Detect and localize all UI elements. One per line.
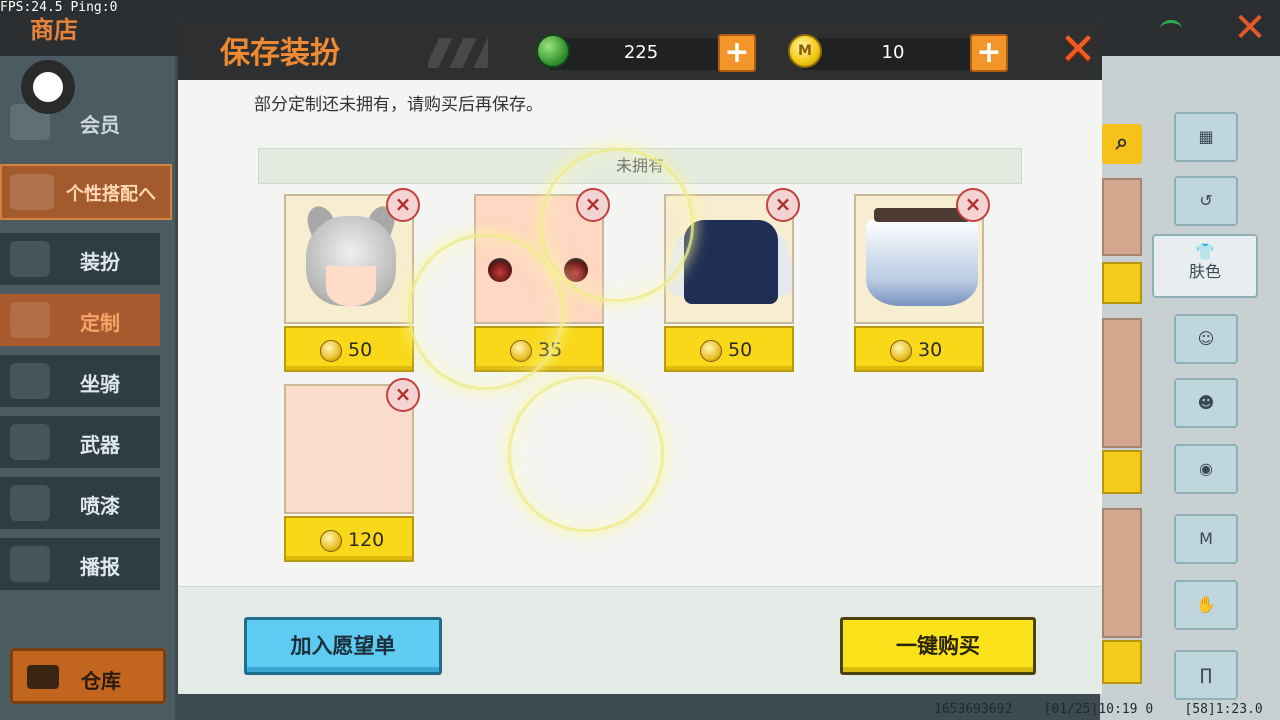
header-decoration <box>428 38 488 68</box>
nav-item-broadcast[interactable]: 播报 <box>0 538 160 590</box>
bg-item-price <box>1102 262 1142 304</box>
coin-icon <box>320 530 342 552</box>
gem-value: 225 <box>623 42 659 63</box>
nav-item-spray[interactable]: 喷漆 <box>0 477 160 529</box>
price-button[interactable]: 35 <box>474 326 604 372</box>
nav-group-style[interactable]: 个性搭配へ <box>0 164 172 220</box>
shirt-icon: 👕 <box>1195 242 1215 261</box>
coin-counter: M 10 + <box>788 34 1012 74</box>
nav-item-custom[interactable]: 定制 <box>0 294 160 346</box>
section-header-not-owned: 未拥有 <box>258 148 1022 184</box>
chest-icon <box>27 665 59 689</box>
bg-item-price <box>1102 450 1142 494</box>
gem-icon <box>536 34 570 68</box>
fps-readout: FPS:24.5 Ping:0 <box>0 0 118 15</box>
bg-item-card <box>1102 318 1142 448</box>
pencil-icon <box>10 302 50 338</box>
price-button[interactable]: 50 <box>664 326 794 372</box>
price-value: 50 <box>728 339 753 361</box>
coin-icon <box>320 340 342 362</box>
tshirt-icon[interactable]: M <box>1174 514 1238 564</box>
nav-vip[interactable]: 会员 <box>0 96 160 148</box>
nav-item-outfit[interactable]: 装扮 <box>0 233 160 285</box>
item-card-hair[interactable]: 50 × <box>284 188 420 374</box>
broadcast-icon <box>10 546 50 582</box>
glove-icon[interactable]: ✋ <box>1174 580 1238 630</box>
bg-item-card <box>1102 508 1142 638</box>
eye-right <box>564 258 588 282</box>
gem-counter: 225 + <box>536 34 760 74</box>
price-value: 120 <box>348 529 385 551</box>
item-card-jacket[interactable]: 50 × <box>664 188 800 374</box>
mount-icon <box>10 363 50 399</box>
face-alt-icon[interactable]: ☻ <box>1174 378 1238 428</box>
jacket-art <box>684 220 778 304</box>
notice-text: 部分定制还未拥有，请购买后再保存。 <box>254 95 543 115</box>
search-icon[interactable]: ⌕ <box>1102 124 1142 164</box>
history-icon[interactable]: ↺ <box>1174 176 1238 226</box>
dialog-footer: 加入愿望单 一键购买 <box>178 586 1102 694</box>
joystick-icon[interactable] <box>21 60 75 114</box>
close-icon[interactable]: ✕ <box>1058 28 1098 72</box>
remove-icon[interactable]: × <box>576 188 610 222</box>
spray-icon <box>10 485 50 521</box>
grid-icon[interactable]: ▦ <box>1174 112 1238 162</box>
debug-info: 1653693692 [01/25]10:19 0 [58]1:23.0 <box>934 702 1263 717</box>
coin-value: 10 <box>881 42 905 63</box>
skin-color-button[interactable]: 👕 肤色 <box>1152 234 1258 298</box>
save-outfit-dialog: 保存装扮 225 + M 10 + ✕ 部分定制还未拥有，请购买后再保存。 未拥… <box>178 22 1102 694</box>
price-button[interactable]: 50 <box>284 326 414 372</box>
remove-icon[interactable]: × <box>956 188 990 222</box>
skirt-waistband <box>874 208 970 222</box>
dialog-title: 保存装扮 <box>220 36 340 71</box>
buy-all-button[interactable]: 一键购买 <box>840 617 1036 675</box>
glow-effect <box>508 376 664 532</box>
face-art <box>326 266 376 306</box>
add-to-wishlist-button[interactable]: 加入愿望单 <box>244 617 442 675</box>
coin-icon <box>700 340 722 362</box>
nav-item-weapon[interactable]: 武器 <box>0 416 160 468</box>
wifi-icon <box>1160 20 1182 38</box>
item-card-skin[interactable]: 120 × <box>284 378 420 564</box>
trophy-icon <box>10 174 54 210</box>
gun-icon <box>10 424 50 460</box>
skirt-art <box>866 220 978 306</box>
warehouse-button[interactable]: 仓库 <box>10 648 166 704</box>
coin-icon <box>890 340 912 362</box>
coin-icon <box>510 340 532 362</box>
price-value: 50 <box>348 339 373 361</box>
price-button[interactable]: 120 <box>284 516 414 562</box>
price-value: 35 <box>538 339 563 361</box>
mask-icon[interactable]: ◉ <box>1174 444 1238 494</box>
shop-title: 商店 <box>30 16 78 44</box>
price-value: 30 <box>918 339 943 361</box>
remove-icon[interactable]: × <box>386 378 420 412</box>
item-card-face[interactable]: 35 × <box>474 188 610 374</box>
bg-item-price <box>1102 640 1142 684</box>
pants-icon[interactable]: ∏ <box>1174 650 1238 700</box>
price-button[interactable]: 30 <box>854 326 984 372</box>
coin-icon: M <box>788 34 822 68</box>
dialog-header: 保存装扮 225 + M 10 + ✕ <box>178 22 1102 80</box>
add-coins-button[interactable]: + <box>970 34 1008 72</box>
nav-item-mount[interactable]: 坐骑 <box>0 355 160 407</box>
bg-item-card <box>1102 178 1142 256</box>
add-gems-button[interactable]: + <box>718 34 756 72</box>
shop-close-icon[interactable]: ✕ <box>1228 6 1272 50</box>
eye-left <box>488 258 512 282</box>
remove-icon[interactable]: × <box>386 188 420 222</box>
item-card-skirt[interactable]: 30 × <box>854 188 990 374</box>
outfit-icon <box>10 241 50 277</box>
remove-icon[interactable]: × <box>766 188 800 222</box>
face-icon[interactable]: ☺ <box>1174 314 1238 364</box>
